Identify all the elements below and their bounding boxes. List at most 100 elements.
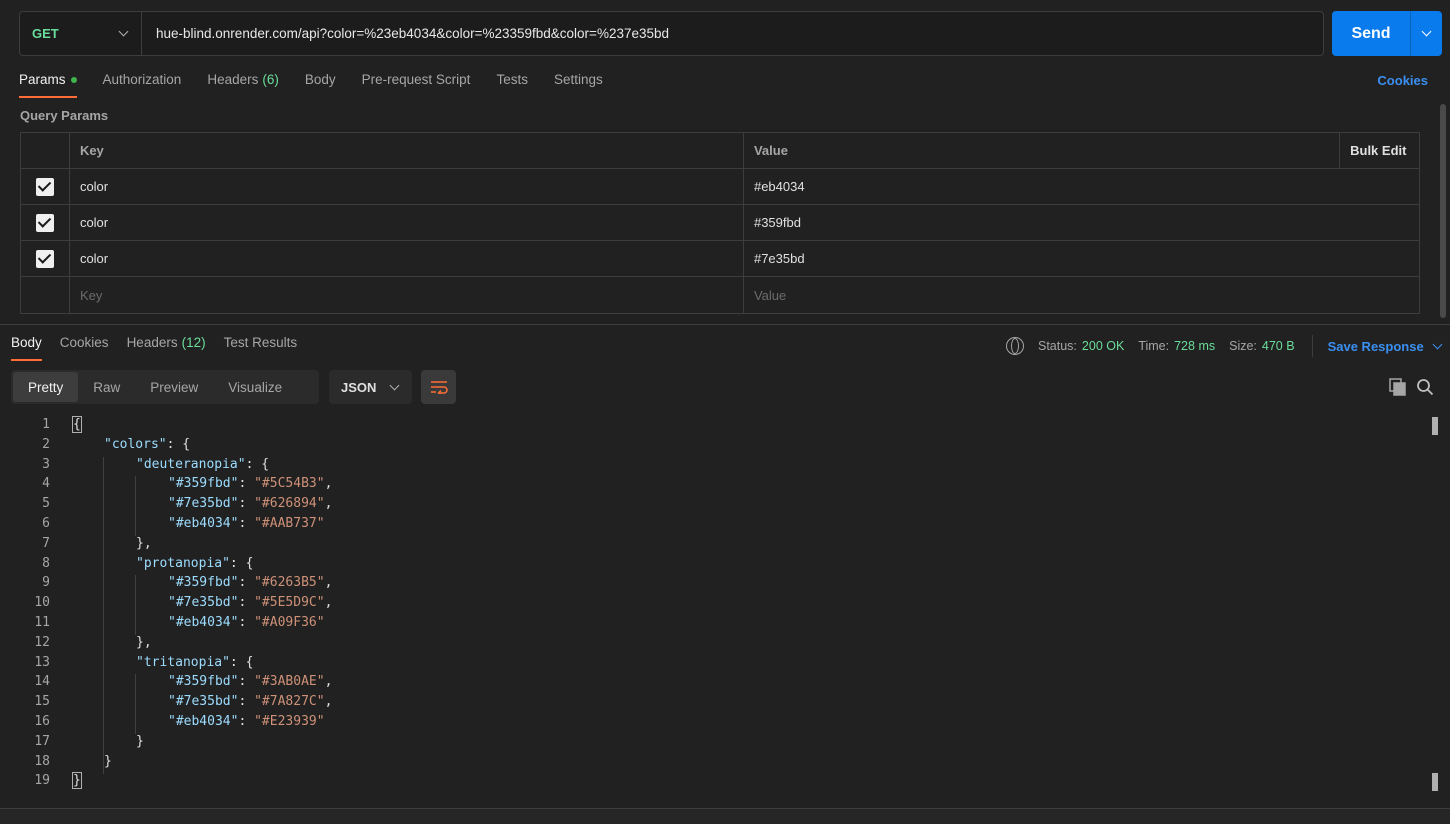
line-number: 14 xyxy=(34,674,50,689)
save-response-label: Save Response xyxy=(1327,338,1424,354)
save-response-button[interactable]: Save Response xyxy=(1327,338,1443,354)
code-line: "#eb4034": "#A09F36" xyxy=(168,615,325,630)
response-tabs: Body Cookies Headers (12) Test Results xyxy=(11,335,297,361)
request-url-bar: GET hue-blind.onrender.com/api?color=%23… xyxy=(19,11,1324,56)
new-value-input[interactable]: Value xyxy=(744,277,1419,313)
tab-headers-label: Headers xyxy=(207,72,259,87)
response-tab-body[interactable]: Body xyxy=(11,335,42,361)
tab-pre-request-script[interactable]: Pre-request Script xyxy=(362,72,471,98)
view-visualize[interactable]: Visualize xyxy=(213,372,297,402)
view-pretty[interactable]: Pretty xyxy=(13,372,79,402)
param-checkbox[interactable] xyxy=(35,177,54,196)
json-key: "#359fbd" xyxy=(168,476,239,491)
param-value-input[interactable]: #359fbd xyxy=(744,205,1419,240)
line-number: 19 xyxy=(34,773,50,788)
view-preview[interactable]: Preview xyxy=(135,372,213,402)
table-header-row: Key Value Bulk Edit xyxy=(21,133,1419,169)
search-icon[interactable] xyxy=(1416,378,1434,396)
response-tab-headers[interactable]: Headers (12) xyxy=(127,335,206,361)
response-body-viewer[interactable]: 1 2 3 4 5 6 7 8 9 10 11 12 13 14 15 16 1… xyxy=(0,415,1440,800)
param-key-input[interactable]: color xyxy=(70,205,744,240)
json-key: "#eb4034" xyxy=(168,516,239,531)
query-params-table: Key Value Bulk Edit color #eb4034 color … xyxy=(20,132,1420,314)
code-line: "#eb4034": "#E23939" xyxy=(168,714,325,729)
code-line: "tritanopia": { xyxy=(136,655,254,670)
indent-guide xyxy=(103,457,104,774)
param-value-input[interactable]: #7e35bd xyxy=(744,241,1419,276)
line-number: 13 xyxy=(34,655,50,670)
line-number: 3 xyxy=(42,457,50,472)
code-scrollbar-bottom[interactable] xyxy=(1432,773,1438,791)
indent-guide xyxy=(135,476,136,536)
code-line: "#359fbd": "#6263B5", xyxy=(168,575,333,590)
chevron-down-icon xyxy=(389,380,400,390)
json-string: "#5E5D9C" xyxy=(254,595,325,610)
method-selector[interactable]: GET xyxy=(20,12,142,55)
line-number: 2 xyxy=(42,437,50,452)
json-string: "#626894" xyxy=(254,496,325,511)
param-key-input[interactable]: color xyxy=(70,169,744,204)
tab-authorization[interactable]: Authorization xyxy=(103,72,182,98)
table-row: color #7e35bd xyxy=(21,241,1419,277)
json-key: "deuteranopia" xyxy=(136,457,246,472)
tab-settings[interactable]: Settings xyxy=(554,72,603,98)
line-number: 11 xyxy=(34,615,50,630)
param-checkbox[interactable] xyxy=(35,213,54,232)
code-line: "#359fbd": "#3AB0AE", xyxy=(168,674,333,689)
status-label: Status: xyxy=(1038,339,1077,353)
tab-params[interactable]: Params xyxy=(19,72,77,98)
url-input[interactable]: hue-blind.onrender.com/api?color=%23eb40… xyxy=(142,26,669,41)
json-key: "tritanopia" xyxy=(136,655,230,670)
matched-brace: } xyxy=(72,772,82,789)
code-line: "colors": { xyxy=(104,437,191,452)
format-selector[interactable]: JSON xyxy=(329,370,412,404)
tab-headers[interactable]: Headers (6) xyxy=(207,72,279,98)
status-value[interactable]: 200 OK xyxy=(1082,339,1124,353)
time-value[interactable]: 728 ms xyxy=(1174,339,1215,353)
code-line: } xyxy=(104,754,112,769)
line-number: 15 xyxy=(34,694,50,709)
tab-tests[interactable]: Tests xyxy=(496,72,528,98)
copy-icon[interactable] xyxy=(1389,378,1407,396)
code-scrollbar-top[interactable] xyxy=(1432,417,1438,435)
response-tab-test-results[interactable]: Test Results xyxy=(224,335,298,361)
code-line: "#7e35bd": "#626894", xyxy=(168,496,333,511)
params-scrollbar[interactable] xyxy=(1440,104,1446,318)
param-value-input[interactable]: #eb4034 xyxy=(744,169,1419,204)
line-number: 16 xyxy=(34,714,50,729)
cookies-link[interactable]: Cookies xyxy=(1377,73,1428,88)
json-key: "#359fbd" xyxy=(168,674,239,689)
code-line: "deuteranopia": { xyxy=(136,457,270,472)
wrap-lines-icon xyxy=(430,381,448,394)
line-number: 17 xyxy=(34,734,50,749)
line-number: 10 xyxy=(34,595,50,610)
json-key: "#359fbd" xyxy=(168,575,239,590)
response-tab-cookies[interactable]: Cookies xyxy=(60,335,109,361)
response-status-bar: Status: 200 OK Time: 728 ms Size: 470 B … xyxy=(1006,335,1443,357)
globe-icon[interactable] xyxy=(1006,337,1024,355)
code-line: "#7e35bd": "#7A827C", xyxy=(168,694,333,709)
wrap-lines-button[interactable] xyxy=(421,370,456,404)
table-row: color #eb4034 xyxy=(21,169,1419,205)
param-checkbox[interactable] xyxy=(35,249,54,268)
response-headers-count: (12) xyxy=(181,335,206,350)
size-value[interactable]: 470 B xyxy=(1262,339,1295,353)
json-key: "#eb4034" xyxy=(168,714,239,729)
json-string: "#AAB737" xyxy=(254,516,325,531)
line-number: 18 xyxy=(34,754,50,769)
tab-body[interactable]: Body xyxy=(305,72,336,98)
bulk-edit-button[interactable]: Bulk Edit xyxy=(1339,133,1419,168)
code-line: }, xyxy=(136,635,152,650)
pane-divider[interactable] xyxy=(0,324,1450,325)
code-line: "#eb4034": "#AAB737" xyxy=(168,516,325,531)
json-string: "#E23939" xyxy=(254,714,325,729)
send-options-button[interactable] xyxy=(1410,11,1442,56)
view-raw[interactable]: Raw xyxy=(78,372,135,402)
send-button[interactable]: Send xyxy=(1332,11,1442,56)
headers-count: (6) xyxy=(262,72,279,87)
new-key-input[interactable]: Key xyxy=(70,277,744,313)
param-key-input[interactable]: color xyxy=(70,241,744,276)
json-string: "#3AB0AE" xyxy=(254,674,325,689)
json-key: "#7e35bd" xyxy=(168,496,239,511)
tab-params-label: Params xyxy=(19,72,66,87)
